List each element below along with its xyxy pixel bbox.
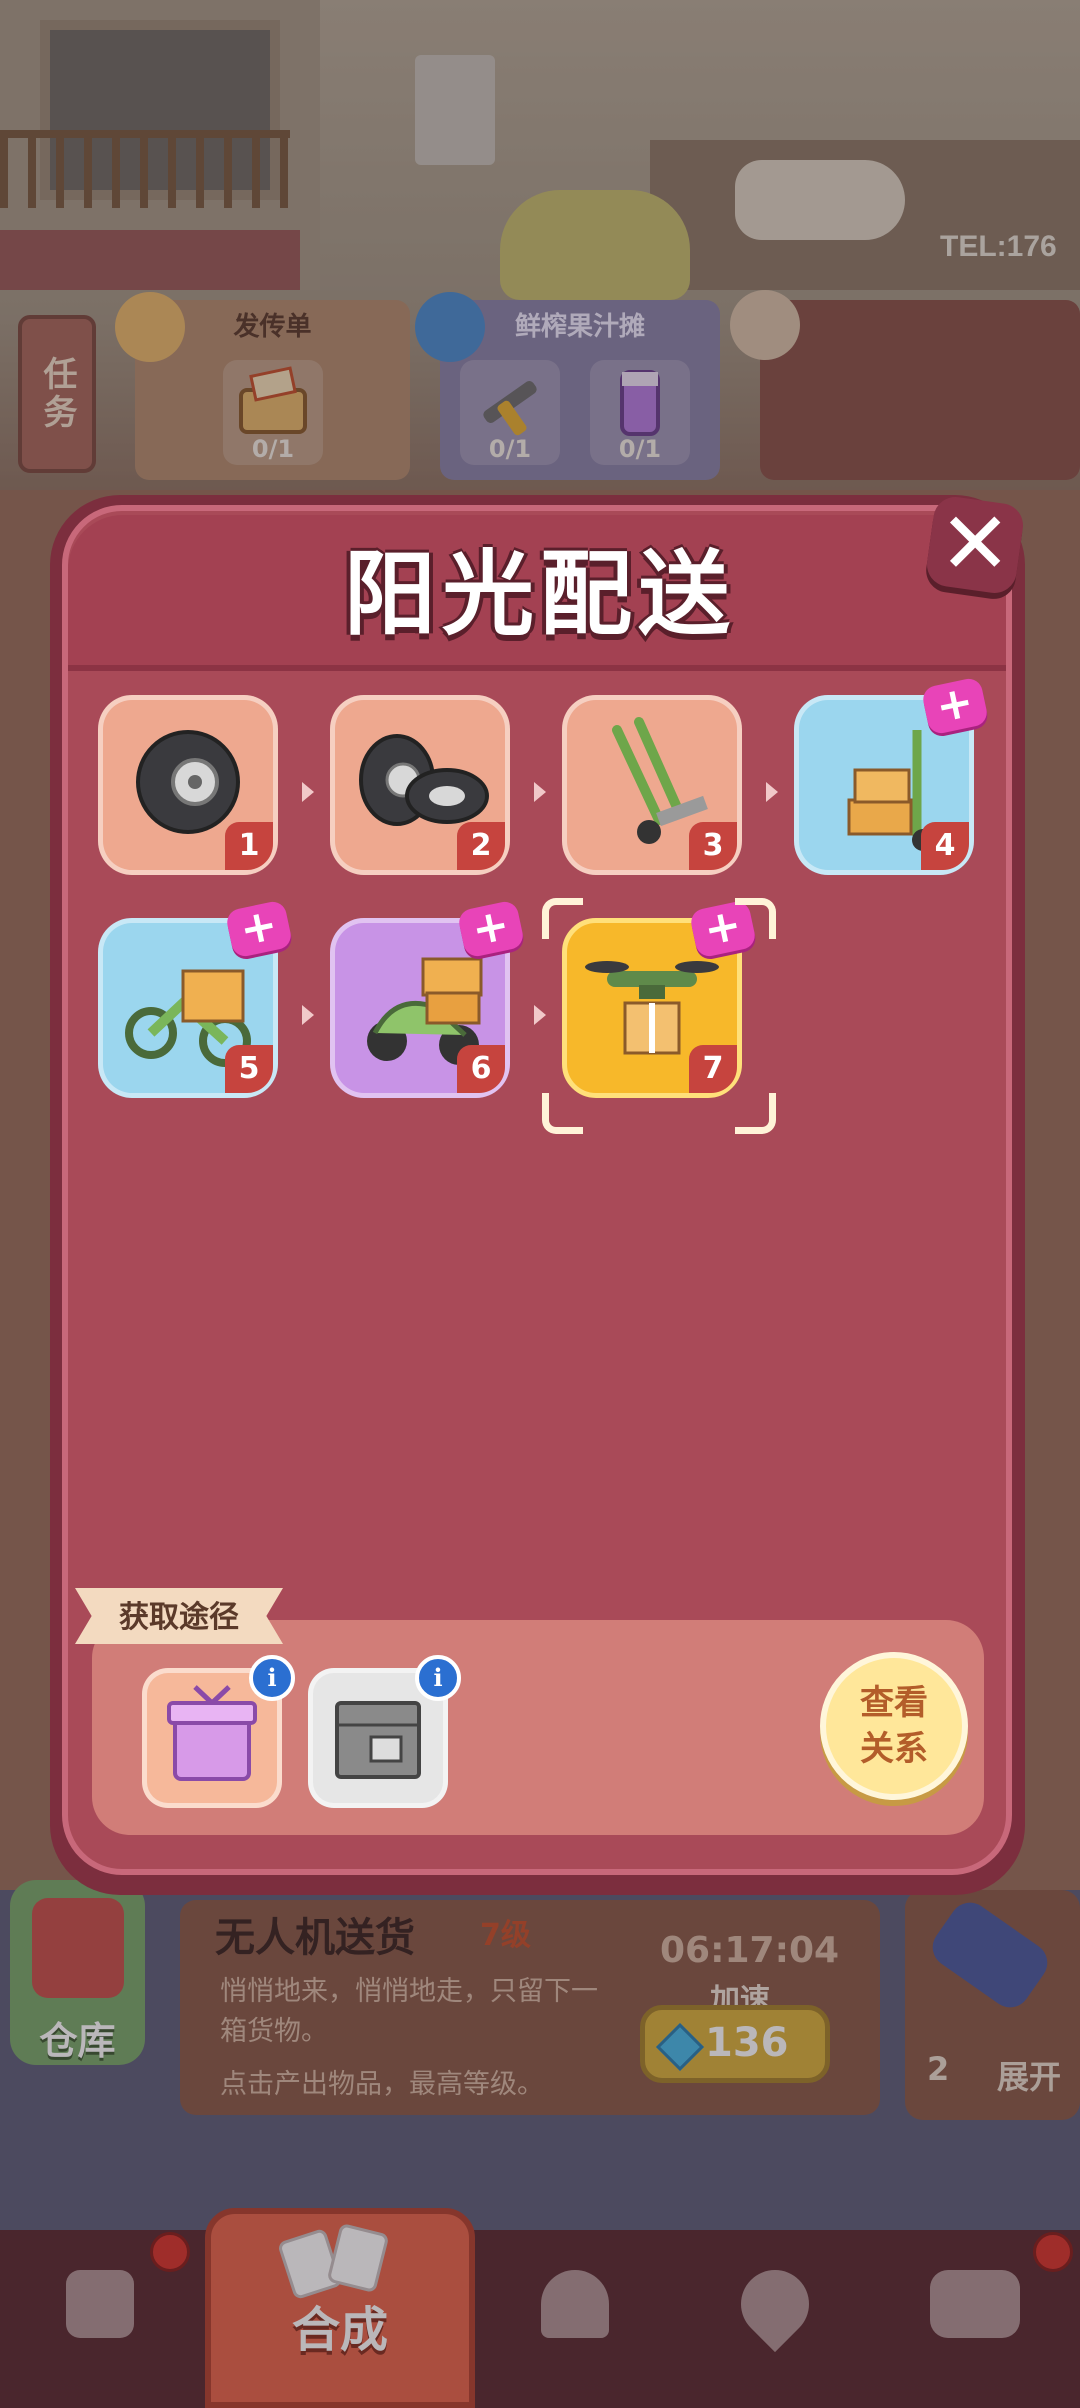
chain-item-6[interactable]: + 6: [330, 899, 526, 1098]
source-label: 获取途径: [119, 1600, 239, 1635]
source-item-crate[interactable]: i: [308, 1655, 461, 1808]
chain-item-5[interactable]: + 5: [98, 899, 294, 1098]
chain-arrow-icon: [302, 782, 314, 802]
selection-corner: [735, 1093, 776, 1134]
close-icon: ✕: [939, 494, 1012, 595]
chain-arrow-icon: [534, 1005, 546, 1025]
chain-arrow-icon: [302, 1005, 314, 1025]
selection-corner: [542, 898, 583, 939]
info-icon[interactable]: i: [249, 1655, 295, 1701]
chain-item-2[interactable]: 2: [330, 695, 510, 875]
selection-corner: [542, 1093, 583, 1134]
chain-item-4[interactable]: + 4: [794, 676, 990, 875]
chain-item-1[interactable]: 1: [98, 695, 278, 875]
modal-title: 阳光配送: [343, 541, 736, 648]
chain-arrow-icon: [534, 782, 546, 802]
chain-item-3[interactable]: 3: [562, 695, 742, 875]
chain-arrow-icon: [766, 782, 778, 802]
view-relation-label: 查看 关系: [860, 1683, 928, 1769]
chain-item-7[interactable]: + 7: [562, 899, 758, 1098]
source-item-gift[interactable]: i: [142, 1655, 295, 1808]
selection-corner: [735, 898, 776, 939]
close-button[interactable]: ✕: [924, 494, 1026, 596]
view-relation-button[interactable]: 查看 关系: [820, 1652, 968, 1800]
info-icon[interactable]: i: [415, 1655, 461, 1701]
